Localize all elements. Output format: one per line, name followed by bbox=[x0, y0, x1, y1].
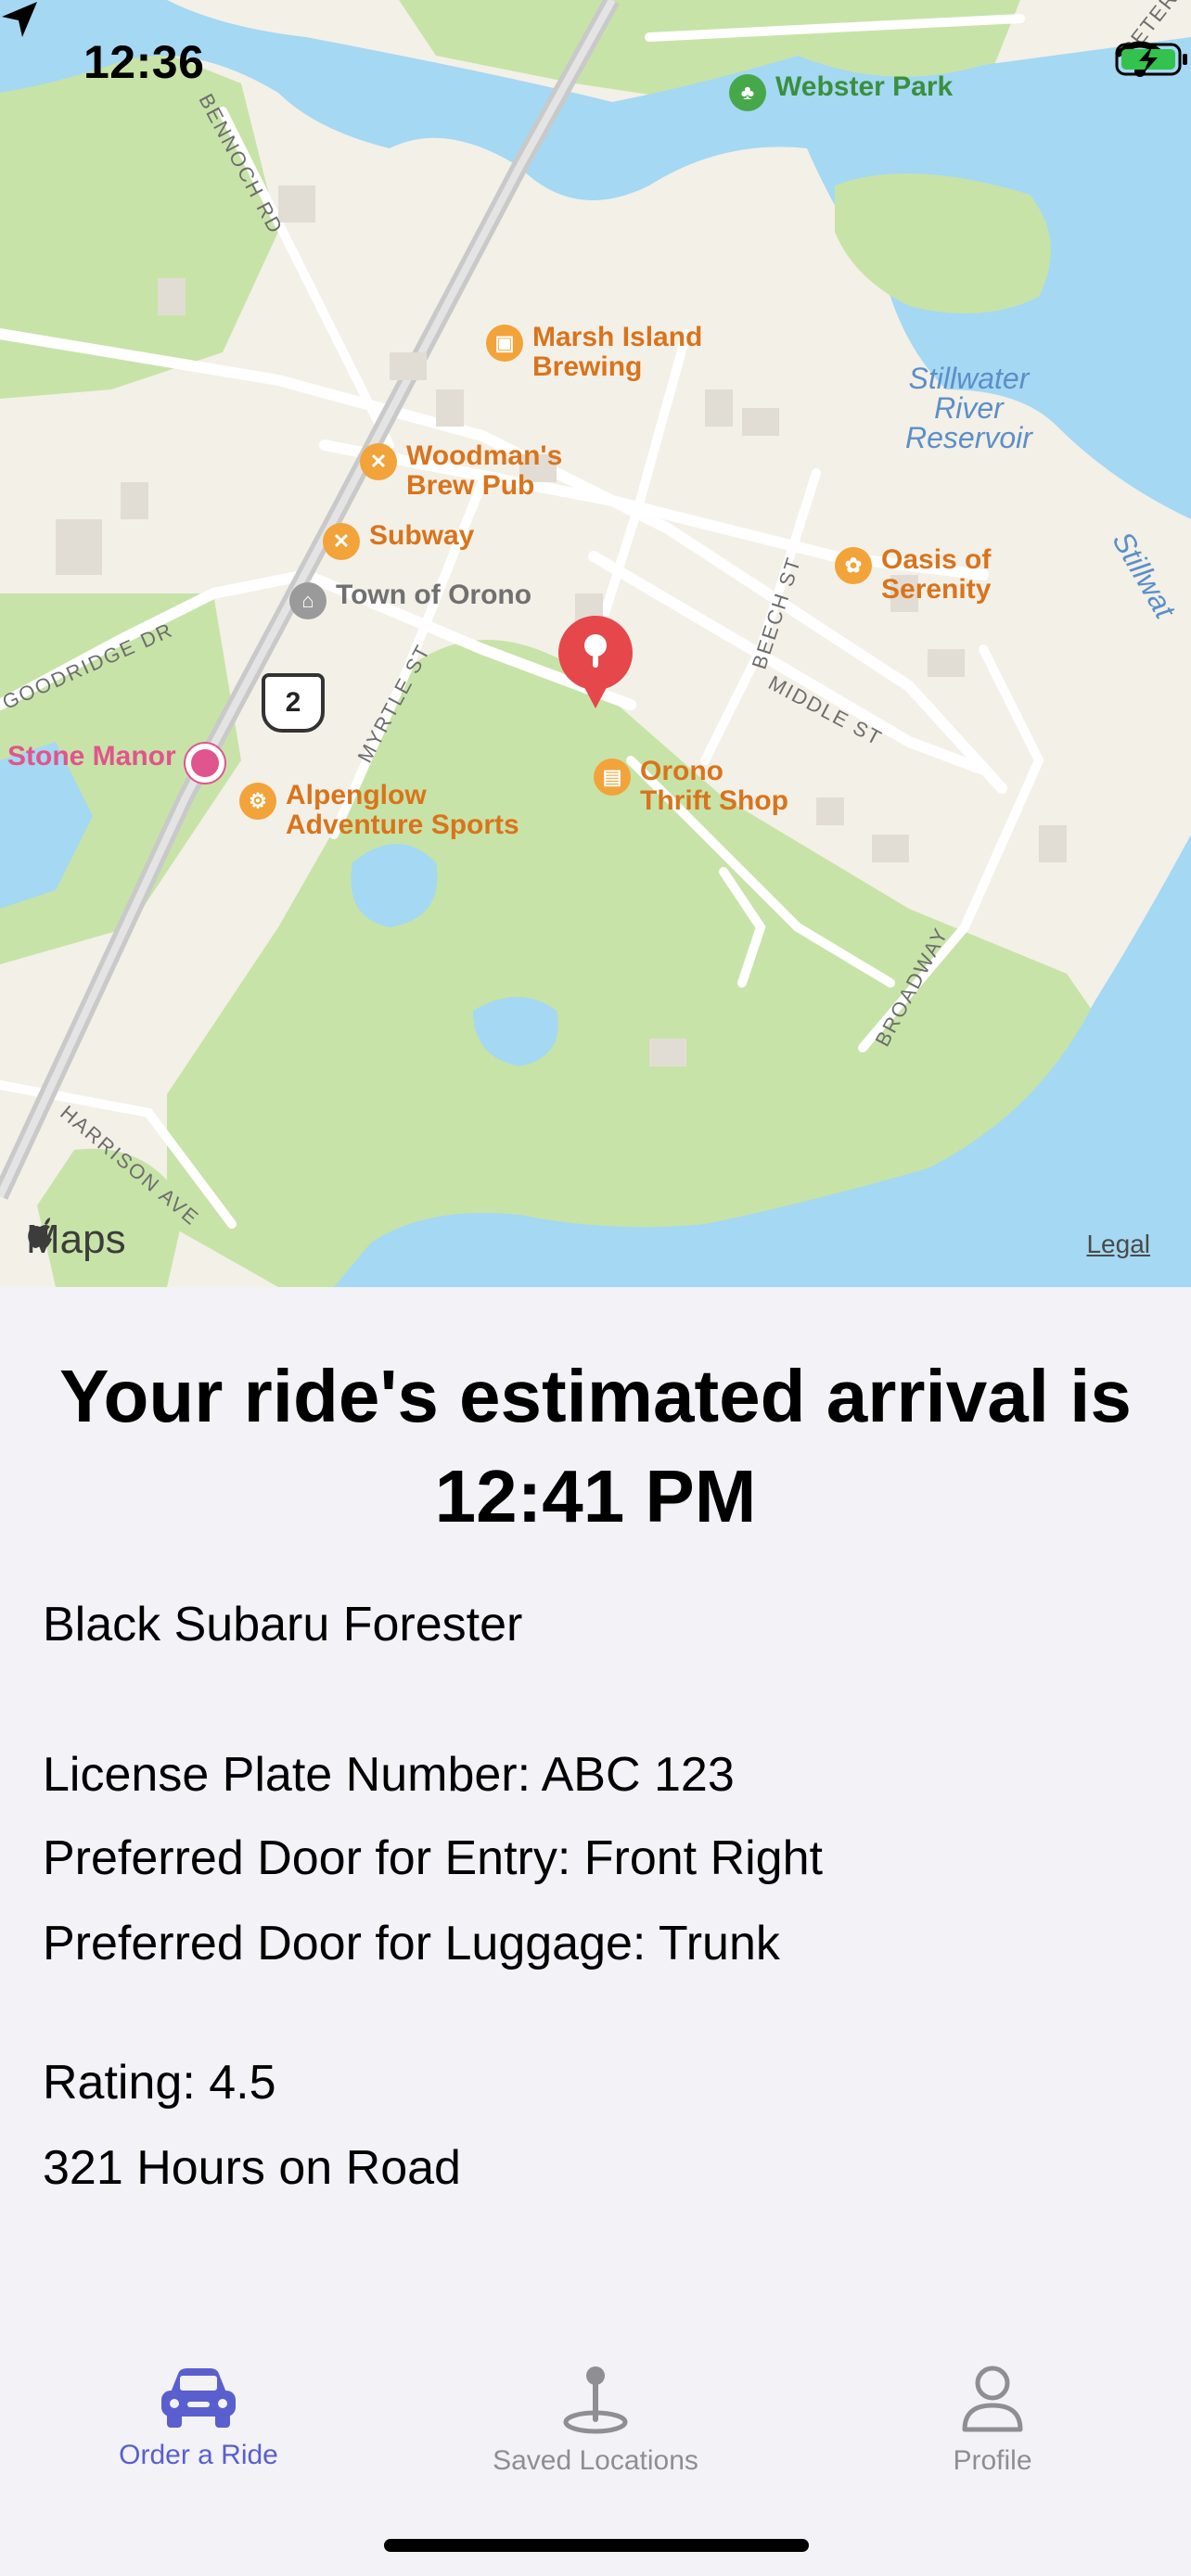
poi-subway[interactable]: ✕ Subway bbox=[323, 521, 474, 560]
lotus-icon: ✿ bbox=[835, 547, 872, 584]
bed-icon bbox=[185, 744, 224, 783]
status-time: 12:36 bbox=[83, 36, 205, 88]
poi-town-of-orono[interactable]: ⌂ Town of Orono bbox=[289, 580, 531, 619]
route-shield: 2 bbox=[262, 673, 325, 733]
poi-label: Town of Orono bbox=[336, 580, 532, 610]
shopping-bag-icon: ▤ bbox=[594, 759, 631, 796]
arrival-heading: Your ride's estimated arrival is 12:41 P… bbox=[59, 1355, 1132, 1537]
poi-alpenglow-adventure-sports[interactable]: ⚙ Alpenglow Adventure Sports bbox=[239, 781, 519, 840]
home-indicator[interactable] bbox=[384, 2539, 809, 2552]
fork-knife-icon: ✕ bbox=[323, 523, 360, 560]
entry-door-label: Preferred Door for Entry: Front Right bbox=[43, 1831, 823, 1885]
tab-label: Profile bbox=[953, 2445, 1032, 2476]
person-icon bbox=[962, 2366, 1023, 2432]
tab-label: Order a Ride bbox=[119, 2440, 278, 2470]
tab-profile[interactable]: Profile bbox=[853, 2365, 1132, 2477]
poi-label: Subway bbox=[369, 520, 475, 551]
luggage-door-label: Preferred Door for Luggage: Trunk bbox=[43, 1917, 780, 1970]
poi-woodmans-brew-pub[interactable]: ✕ Woodman's Brew Pub bbox=[360, 441, 562, 501]
poi-orono-thrift-shop[interactable]: ▤ Orono Thrift Shop bbox=[594, 757, 788, 816]
building-icon: ⌂ bbox=[289, 582, 327, 619]
battery-charging-icon bbox=[1115, 43, 1187, 76]
map-view[interactable]: 2 ♣ Webster Park ▣ Marsh Island Brewing … bbox=[0, 0, 1191, 1287]
poi-oasis-of-serenity[interactable]: ✿ Oasis of Serenity bbox=[835, 545, 991, 605]
poi-label: Oasis of Serenity bbox=[881, 544, 992, 605]
license-plate-label: License Plate Number: ABC 123 bbox=[43, 1748, 735, 1802]
tab-label: Saved Locations bbox=[493, 2445, 698, 2476]
map-pin-icon bbox=[563, 2366, 628, 2434]
tab-order-a-ride[interactable]: Order a Ride bbox=[59, 2365, 338, 2471]
tab-saved-locations[interactable]: Saved Locations bbox=[456, 2365, 735, 2477]
rating-label: Rating: 4.5 bbox=[43, 2056, 276, 2110]
maps-attribution: Maps bbox=[26, 1217, 126, 1263]
status-bar: 12:36 bbox=[0, 0, 1191, 130]
poi-label: Stone Manor bbox=[7, 741, 176, 772]
bicycle-icon: ⚙ bbox=[239, 783, 276, 820]
location-arrow-icon bbox=[2, 2, 37, 37]
poi-label: Woodman's Brew Pub bbox=[406, 440, 563, 501]
beer-mug-icon: ▣ bbox=[486, 325, 523, 362]
water-label-reservoir: Stillwater River Reservoir bbox=[905, 362, 1032, 454]
apple-logo-icon bbox=[28, 1218, 52, 1248]
legal-link[interactable]: Legal bbox=[1086, 1230, 1150, 1259]
fork-knife-icon: ✕ bbox=[360, 443, 397, 480]
car-icon bbox=[161, 2368, 236, 2428]
poi-marsh-island-brewing[interactable]: ▣ Marsh Island Brewing bbox=[486, 323, 702, 382]
poi-label: Marsh Island Brewing bbox=[532, 322, 703, 382]
hours-on-road-label: 321 Hours on Road bbox=[43, 2141, 461, 2195]
poi-label: Orono Thrift Shop bbox=[640, 756, 788, 816]
poi-stone-manor[interactable]: Stone Manor bbox=[7, 742, 224, 783]
vehicle-label: Black Subaru Forester bbox=[43, 1598, 523, 1651]
poi-label: Alpenglow Adventure Sports bbox=[286, 780, 519, 840]
